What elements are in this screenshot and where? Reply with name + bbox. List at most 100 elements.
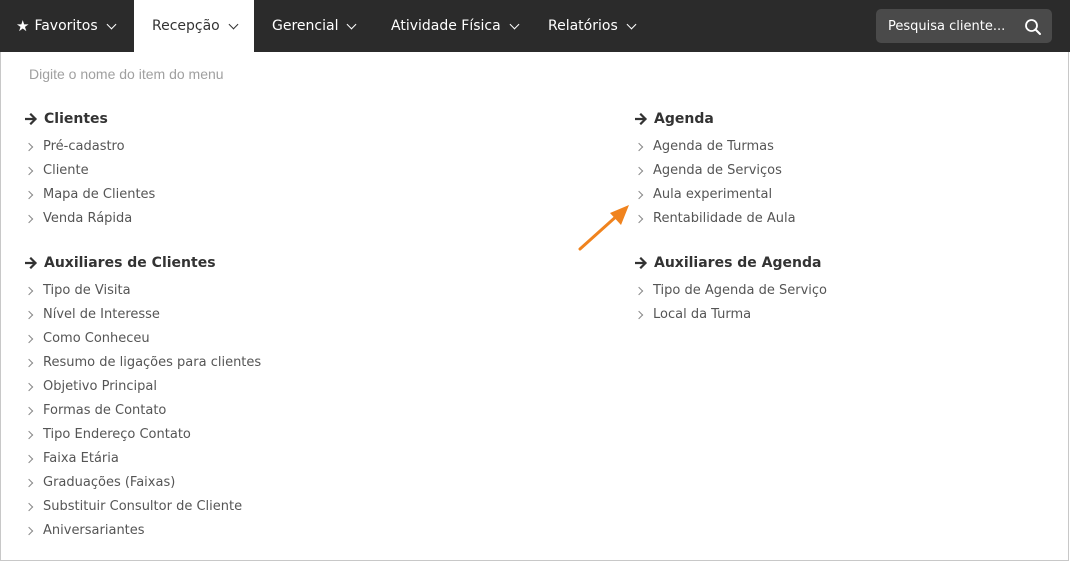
section-title: Clientes	[25, 109, 155, 129]
search-icon[interactable]	[1024, 18, 1042, 36]
menu-item-graduacoes[interactable]: Graduações (Faixas)	[24, 471, 261, 495]
chevron-down-icon	[347, 19, 357, 29]
menu-item-venda-rapida[interactable]: Venda Rápida	[24, 207, 155, 231]
menu-item-label: Graduações (Faixas)	[43, 475, 176, 490]
star-icon: ★	[16, 16, 30, 35]
nav-relatorios-label: Relatórios	[548, 18, 618, 34]
recepcao-dropdown-panel: Clientes Pré-cadastro Cliente Mapa de Cl…	[0, 52, 1069, 561]
menu-item-label: Venda Rápida	[43, 211, 133, 226]
menu-item-label: Pré-cadastro	[43, 139, 125, 154]
menu-item-objetivo-principal[interactable]: Objetivo Principal	[24, 375, 261, 399]
chevron-right-icon	[24, 286, 34, 296]
menu-item-faixa-etaria[interactable]: Faixa Etária	[24, 447, 261, 471]
section-title-label: Auxiliares de Clientes	[44, 255, 216, 271]
menu-item-rentabilidade-de-aula[interactable]: Rentabilidade de Aula	[634, 207, 796, 231]
menu-item-label: Tipo de Agenda de Serviço	[653, 283, 827, 298]
menu-item-label: Rentabilidade de Aula	[653, 211, 796, 226]
menu-item-label: Objetivo Principal	[43, 379, 157, 394]
menu-item-label: Tipo Endereço Contato	[43, 427, 191, 442]
menu-item-tipo-endereco-contato[interactable]: Tipo Endereço Contato	[24, 423, 261, 447]
arrow-right-icon	[25, 113, 38, 125]
nav-gerencial[interactable]: Gerencial	[254, 0, 373, 52]
chevron-right-icon	[24, 358, 34, 368]
menu-item-label: Substituir Consultor de Cliente	[43, 499, 243, 514]
chevron-right-icon	[24, 430, 34, 440]
nav-relatorios[interactable]: Relatórios	[530, 0, 650, 52]
chevron-right-icon	[24, 166, 34, 176]
client-search-input[interactable]	[888, 18, 1008, 34]
arrow-right-icon	[25, 257, 38, 269]
menu-item-label: Agenda de Turmas	[653, 139, 774, 154]
section-clientes: Clientes Pré-cadastro Cliente Mapa de Cl…	[24, 109, 156, 231]
chevron-down-icon	[228, 19, 239, 29]
menu-item-label: Nível de Interesse	[43, 307, 160, 322]
menu-item-formas-de-contato[interactable]: Formas de Contato	[24, 399, 261, 423]
menu-item-tipo-de-agenda-de-servico[interactable]: Tipo de Agenda de Serviço	[634, 279, 827, 303]
menu-item-label: Local da Turma	[653, 307, 752, 322]
nav-recepcao-label: Recepção	[152, 18, 220, 34]
chevron-right-icon	[24, 454, 34, 464]
chevron-right-icon	[24, 478, 34, 488]
chevron-right-icon	[634, 166, 644, 176]
menu-item-label: Aula experimental	[653, 187, 773, 202]
chevron-down-icon	[106, 19, 117, 29]
menu-item-agenda-de-turmas[interactable]: Agenda de Turmas	[634, 135, 796, 159]
nav-atividade-fisica[interactable]: Atividade Física	[373, 0, 530, 52]
section-agenda: Agenda Agenda de Turmas Agenda de Serviç…	[634, 109, 796, 231]
section-title: Agenda	[635, 109, 796, 129]
nav-recepcao[interactable]: Recepção	[134, 0, 254, 52]
chevron-right-icon	[24, 406, 34, 416]
chevron-right-icon	[24, 382, 34, 392]
chevron-right-icon	[24, 190, 34, 200]
chevron-down-icon	[509, 19, 520, 29]
section-auxiliares-de-agenda: Auxiliares de Agenda Tipo de Agenda de S…	[634, 253, 827, 327]
menu-item-label: Faixa Etária	[43, 451, 119, 466]
arrow-right-icon	[635, 113, 648, 125]
menu-item-agenda-de-servicos[interactable]: Agenda de Serviços	[634, 159, 796, 183]
section-title: Auxiliares de Clientes	[25, 253, 261, 273]
menu-item-nivel-de-interesse[interactable]: Nível de Interesse	[24, 303, 261, 327]
menu-item-label: Agenda de Serviços	[653, 163, 782, 178]
menu-item-local-da-turma[interactable]: Local da Turma	[634, 303, 827, 327]
chevron-right-icon	[24, 334, 34, 344]
menu-item-label: Resumo de ligações para clientes	[43, 355, 262, 370]
menu-filter-input[interactable]	[29, 66, 429, 82]
chevron-right-icon	[24, 142, 34, 152]
section-title-label: Clientes	[44, 111, 108, 127]
menu-item-label: Aniversariantes	[43, 523, 145, 538]
chevron-right-icon	[24, 502, 34, 512]
menu-item-tipo-de-visita[interactable]: Tipo de Visita	[24, 279, 261, 303]
nav-favoritos[interactable]: ★ Favoritos	[0, 0, 134, 52]
menu-item-aula-experimental[interactable]: Aula experimental	[634, 183, 796, 207]
section-auxiliares-de-clientes: Auxiliares de Clientes Tipo de Visita Ní…	[24, 253, 262, 543]
menu-item-substituir-consultor[interactable]: Substituir Consultor de Cliente	[24, 495, 261, 519]
client-search	[876, 9, 1052, 43]
menu-item-label: Tipo de Visita	[43, 283, 131, 298]
menu-item-label: Mapa de Clientes	[43, 187, 156, 202]
nav-gerencial-label: Gerencial	[272, 18, 339, 34]
annotation-arrow-icon	[578, 205, 629, 251]
menu-item-pre-cadastro[interactable]: Pré-cadastro	[24, 135, 155, 159]
chevron-down-icon	[626, 19, 637, 29]
chevron-right-icon	[24, 214, 34, 224]
top-navbar: ★ Favoritos Recepção Gerencial Atividade…	[0, 0, 1070, 52]
menu-item-label: Cliente	[43, 163, 89, 178]
section-title-label: Agenda	[654, 111, 714, 127]
menu-item-como-conheceu[interactable]: Como Conheceu	[24, 327, 261, 351]
menu-item-label: Formas de Contato	[43, 403, 167, 418]
chevron-right-icon	[24, 310, 34, 320]
menu-item-mapa-de-clientes[interactable]: Mapa de Clientes	[24, 183, 156, 207]
menu-item-label: Como Conheceu	[43, 331, 150, 346]
chevron-right-icon	[634, 142, 644, 152]
chevron-right-icon	[24, 526, 34, 536]
menu-item-resumo-de-ligacoes[interactable]: Resumo de ligações para clientes	[24, 351, 262, 375]
chevron-right-icon	[634, 286, 644, 296]
menu-item-aniversariantes[interactable]: Aniversariantes	[24, 519, 261, 543]
section-title: Auxiliares de Agenda	[635, 253, 827, 273]
nav-atividade-fisica-label: Atividade Física	[391, 18, 501, 34]
nav-favoritos-label: Favoritos	[34, 18, 98, 34]
menu-item-cliente[interactable]: Cliente	[24, 159, 155, 183]
chevron-right-icon	[634, 310, 644, 320]
arrow-right-icon	[635, 257, 648, 269]
section-title-label: Auxiliares de Agenda	[654, 255, 822, 271]
